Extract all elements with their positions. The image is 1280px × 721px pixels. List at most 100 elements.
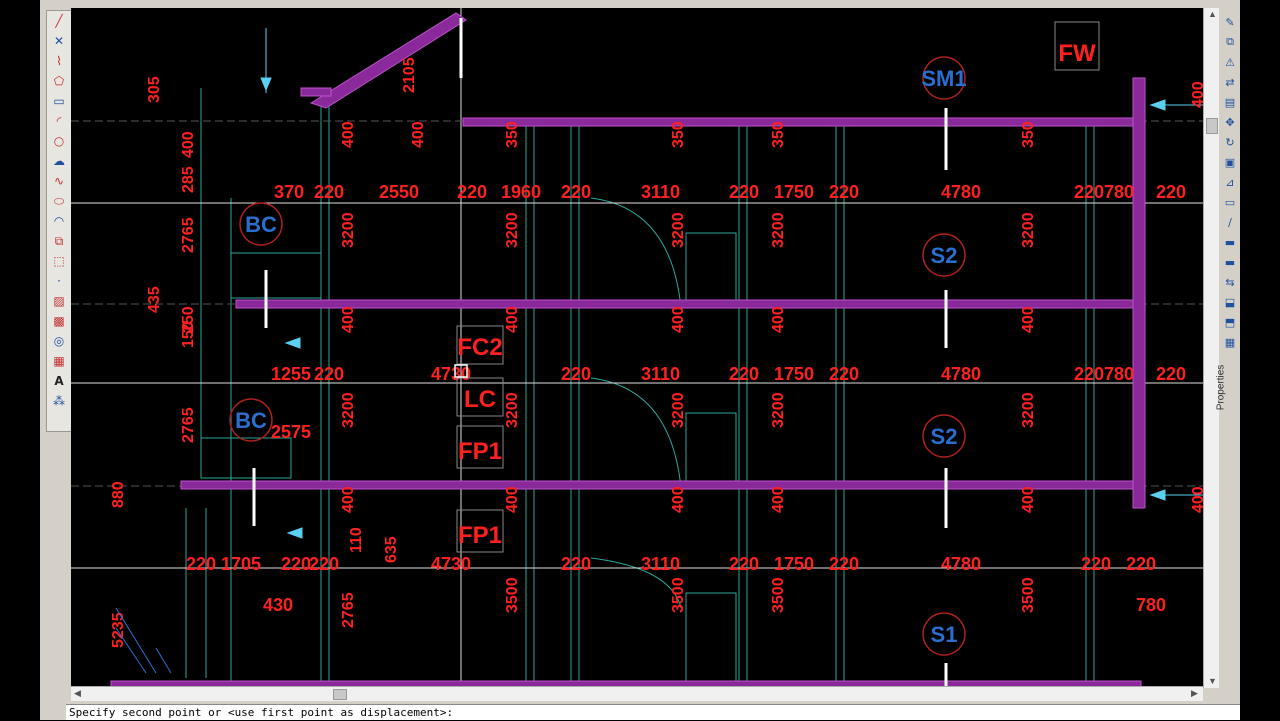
vertical-scroll-thumb[interactable] <box>1206 118 1218 134</box>
dim-text-vertical: 2765 <box>180 407 197 443</box>
dim-text-row1: 3110 <box>641 182 680 202</box>
dim-text-vertical: 400 <box>1020 486 1037 513</box>
properties-label: Properties <box>1215 364 1227 411</box>
dim-text-row2: 1255 <box>271 364 311 384</box>
dim-text-vertical: 400 <box>340 121 357 148</box>
line-tool[interactable]: ╱ <box>48 11 70 31</box>
dim-text-vertical: 3200 <box>504 392 521 428</box>
rotate-icon[interactable]: ↻ <box>1221 132 1239 152</box>
dim-text-vertical: 400 <box>410 121 427 148</box>
insert-block-tool[interactable]: ⧉ <box>48 231 70 251</box>
dim-text-row1: 4780 <box>941 182 981 202</box>
dim-text-row3: 220 <box>309 554 339 574</box>
copy-icon[interactable]: ⧉ <box>1221 32 1239 52</box>
dim-text-vertical: 880 <box>110 481 127 508</box>
label-lc: LC <box>464 386 496 413</box>
drawing-canvas[interactable]: 370 220 2550 220 1960 220 3110 220 1750 220 4780 22… <box>71 8 1203 688</box>
scroll-left-icon[interactable]: ◀ <box>74 688 81 699</box>
dim-text-row1: 1750 <box>774 182 814 202</box>
extend-icon[interactable]: ∕ <box>1221 212 1239 232</box>
gradient-tool[interactable]: ▩ <box>48 311 70 331</box>
dim-text-vertical: 3200 <box>770 212 787 248</box>
scroll-right-icon[interactable]: ▶ <box>1191 688 1198 699</box>
dim-text-row2: 4780 <box>941 364 981 384</box>
chamfer-icon[interactable]: ⇆ <box>1221 272 1239 292</box>
scroll-down-icon[interactable]: ▼ <box>1208 676 1217 686</box>
hatch-tool[interactable]: ▨ <box>48 291 70 311</box>
polygon-tool[interactable]: ⬠ <box>48 71 70 91</box>
autocad-window: ╱✕⌇⬠▭◜○☁∿⬭◠⧉⬚·▨▩◎▦A⁂ <box>40 0 1240 720</box>
section-tag-sm1: SM1 <box>921 66 966 91</box>
revcloud-tool[interactable]: ☁ <box>48 151 70 171</box>
dim-text-row3: 220 <box>281 554 311 574</box>
dim-text-vertical: 3200 <box>670 212 687 248</box>
dim-text-vertical: 400 <box>504 306 521 333</box>
label-fp1-upper: FP1 <box>458 438 502 465</box>
dim-text-vertical: 250 <box>180 306 197 333</box>
array-icon[interactable]: ▤ <box>1221 92 1239 112</box>
scroll-up-icon[interactable]: ▲ <box>1208 9 1217 19</box>
dim-text-vertical: 3200 <box>770 392 787 428</box>
dim-text-row2: 4730 <box>431 364 471 384</box>
horizontal-scroll-thumb[interactable] <box>333 689 347 700</box>
dim-text-vertical: 5235 <box>110 612 127 648</box>
properties-palette-tab[interactable]: Properties <box>1213 360 1229 420</box>
dim-text-row3: 220 <box>829 554 859 574</box>
move-icon[interactable]: ✥ <box>1221 112 1239 132</box>
video-frame-left <box>0 0 40 720</box>
horizontal-scrollbar[interactable]: ◀ ▶ <box>71 686 1203 701</box>
draw-toolbar: ╱ ✕ ⌇ ⬠ ▭ ◜ ○ ☁ ∿ ⬭ ◠ ⧉ ⬚ · ▨ ▩ ◎ ▦ A ⁂ <box>46 10 72 432</box>
region-tool[interactable]: ◎ <box>48 331 70 351</box>
arc-tool[interactable]: ◜ <box>48 111 70 131</box>
dim-text-row1: 220 <box>314 182 344 202</box>
dim-text-vertical: 3200 <box>340 212 357 248</box>
dim-text-vertical: 400 <box>504 486 521 513</box>
dim-text-vertical: 3200 <box>1020 392 1037 428</box>
mirror-icon[interactable]: ⚠ <box>1221 52 1239 72</box>
label-fw: FW <box>1058 40 1096 67</box>
scale-icon[interactable]: ▣ <box>1221 152 1239 172</box>
trim-icon[interactable]: ▭ <box>1221 192 1239 212</box>
dim-text-row2: 220 <box>314 364 344 384</box>
circle-tool[interactable]: ○ <box>48 131 70 151</box>
dim-text-row3: 3110 <box>641 554 680 574</box>
ellipse-tool[interactable]: ⬭ <box>48 191 70 211</box>
vertical-scrollbar[interactable]: ▲ ▼ <box>1203 8 1220 688</box>
table-tool[interactable]: ▦ <box>48 351 70 371</box>
join-icon[interactable]: ▬ <box>1221 252 1239 272</box>
make-block-tool[interactable]: ⬚ <box>48 251 70 271</box>
xline-tool[interactable]: ✕ <box>48 31 70 51</box>
section-tag-bc-lower: BC <box>235 408 267 433</box>
floor-slabs <box>110 12 1146 688</box>
dim-text-row3: 4780 <box>941 554 981 574</box>
dim-text-vertical: 400 <box>1190 486 1203 513</box>
stretch-icon[interactable]: ⊿ <box>1221 172 1239 192</box>
fillet-icon[interactable]: ⬓ <box>1221 292 1239 312</box>
break-icon[interactable]: ▬ <box>1221 232 1239 252</box>
section-tag-s2-lower: S2 <box>931 424 958 449</box>
offset-icon[interactable]: ⇄ <box>1221 72 1239 92</box>
polyline-tool[interactable]: ⌇ <box>48 51 70 71</box>
dim-text-vertical: 3500 <box>670 577 687 613</box>
point-tool[interactable]: · <box>48 271 70 291</box>
dim-text-vertical: 3200 <box>1020 212 1037 248</box>
mtext-tool[interactable]: A <box>48 371 70 391</box>
rectangle-tool[interactable]: ▭ <box>48 91 70 111</box>
dim-text-vertical: 2105 <box>401 57 418 93</box>
dim-text-vertical: 400 <box>770 306 787 333</box>
dim-text-vertical: 3500 <box>1020 577 1037 613</box>
dim-text-row2: 220 <box>1074 364 1104 384</box>
explode-icon[interactable]: ⬒ <box>1221 312 1239 332</box>
dim-text-row2: 1750 <box>774 364 814 384</box>
erase-icon[interactable]: ✎ <box>1221 12 1239 32</box>
command-line[interactable]: Specify second point or <use first point… <box>66 704 1240 720</box>
draworder-icon[interactable]: ▦ <box>1221 332 1239 352</box>
add-selected-tool[interactable]: ⁂ <box>48 391 70 411</box>
dim-text-vertical: 3200 <box>670 392 687 428</box>
dim-text-row1: 220 <box>729 182 759 202</box>
dim-text-row2: 220 <box>829 364 859 384</box>
ellipse-arc-tool[interactable]: ◠ <box>48 211 70 231</box>
dim-text-vertical: 350 <box>770 121 787 148</box>
spline-tool[interactable]: ∿ <box>48 171 70 191</box>
video-frame-right <box>1240 0 1280 720</box>
